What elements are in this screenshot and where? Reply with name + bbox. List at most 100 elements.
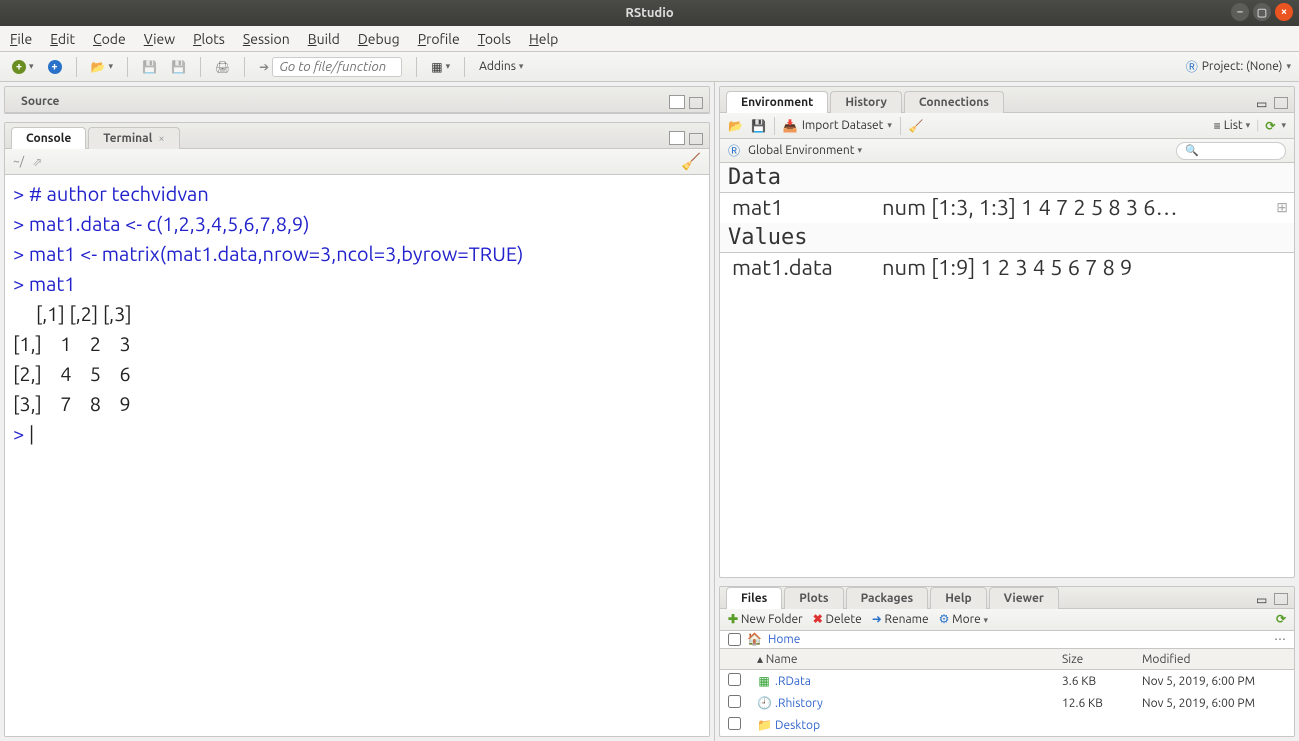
load-workspace-icon[interactable]: 📂 [728, 119, 743, 133]
tab-connections[interactable]: Connections [904, 91, 1004, 113]
environment-scope[interactable]: Global Environment ▾ [748, 144, 862, 157]
menu-file[interactable]: File [10, 31, 32, 47]
rename-button[interactable]: ➜ Rename [872, 612, 929, 626]
save-button[interactable]: 💾 [138, 58, 161, 76]
row-checkbox[interactable] [728, 673, 741, 686]
table-row[interactable]: 🕘.Rhistory 12.6 KB Nov 5, 2019, 6:00 PM [720, 692, 1294, 714]
menu-help[interactable]: Help [529, 31, 558, 47]
env-row-mat1[interactable]: mat1 num [1:3, 1:3] 1 4 7 2 5 8 3 6… ⊞ [720, 193, 1294, 223]
print-button[interactable]: 🖨 [211, 58, 234, 76]
refresh-icon[interactable]: ⟳ [1265, 119, 1275, 133]
open-file-button[interactable]: 📂 ▾ [87, 58, 117, 76]
project-label[interactable]: Project: (None) [1202, 60, 1283, 73]
maximize-icon[interactable] [689, 97, 703, 109]
row-checkbox[interactable] [728, 695, 741, 708]
tab-plots-label: Plots [799, 592, 828, 605]
table-row[interactable]: ▦.RData 3.6 KB Nov 5, 2019, 6:00 PM [720, 670, 1294, 693]
tab-viewer[interactable]: Viewer [989, 587, 1059, 609]
goto-file-input[interactable] [272, 57, 402, 77]
grid-view-icon[interactable]: ⊞ [1276, 199, 1288, 216]
save-all-button[interactable]: 💾 [167, 58, 190, 76]
window-min-icon[interactable]: – [1231, 3, 1249, 21]
import-dataset-button[interactable]: 📥Import Dataset ▾ [783, 119, 892, 133]
console-body[interactable]: > # author techvidvan > mat1.data <- c(1… [5, 175, 709, 736]
new-folder-button[interactable]: ✚ New Folder [728, 612, 803, 626]
tab-environment[interactable]: Environment [726, 91, 828, 113]
menu-view[interactable]: View [144, 31, 175, 47]
window-titlebar: RStudio – ▢ × [0, 0, 1299, 26]
r-env-icon: Ⓡ [728, 142, 740, 159]
breadcrumb-more-icon[interactable]: ⋯ [1274, 632, 1286, 646]
file-name[interactable]: .Rhistory [775, 697, 823, 710]
menu-plots[interactable]: Plots [193, 31, 225, 47]
list-view-button[interactable]: ≡ List ▾ [1214, 119, 1251, 133]
tab-plots[interactable]: Plots [784, 587, 843, 609]
window-close-icon[interactable]: × [1275, 3, 1293, 21]
chevron-down-icon[interactable]: ▾ [1286, 61, 1291, 72]
breadcrumb-home[interactable]: Home [768, 633, 800, 646]
tab-connections-label: Connections [919, 96, 989, 109]
select-all-checkbox[interactable] [728, 633, 741, 646]
col-modified-header[interactable]: Modified [1134, 649, 1294, 670]
tab-history[interactable]: History [830, 91, 902, 113]
rename-icon: ➜ [872, 613, 882, 626]
new-file-button[interactable]: + ▾ [8, 58, 38, 76]
more-button[interactable]: ⚙ More ▾ [939, 612, 988, 626]
window-stack-icon[interactable] [671, 97, 685, 109]
source-tabstrip: Source [5, 87, 709, 113]
menu-session[interactable]: Session [243, 31, 290, 47]
clear-console-icon[interactable]: 🧹 [681, 152, 701, 171]
close-icon[interactable]: × [158, 133, 164, 145]
menu-code[interactable]: Code [93, 31, 126, 47]
rhistory-file-icon: 🕘 [757, 696, 771, 710]
delete-button[interactable]: ✖ Delete [813, 612, 862, 626]
maximize-icon[interactable] [1274, 593, 1288, 605]
maximize-icon[interactable] [1274, 97, 1288, 109]
console-prompt: > [13, 242, 29, 265]
grid-button[interactable]: ▦ ▾ [427, 58, 454, 76]
env-row-mat1data[interactable]: mat1.data num [1:9] 1 2 3 4 5 6 7 8 9 [720, 253, 1294, 283]
addins-label: Addins [479, 60, 516, 73]
file-name[interactable]: Desktop [775, 719, 820, 732]
goto-wrapper: ➔ [255, 55, 406, 79]
menu-profile[interactable]: Profile [418, 31, 460, 47]
window-stack-icon[interactable] [671, 133, 685, 145]
file-name[interactable]: .RData [775, 675, 811, 688]
left-column: Source Console Terminal × ~/ ⇗ [0, 82, 715, 741]
tab-viewer-label: Viewer [1004, 592, 1044, 605]
save-workspace-icon[interactable]: 💾 [751, 119, 766, 133]
import-dataset-label: Import Dataset [802, 119, 884, 132]
clear-env-icon[interactable]: 🧹 [909, 119, 924, 133]
file-modified: Nov 5, 2019, 6:00 PM [1134, 670, 1294, 693]
menu-tools[interactable]: Tools [478, 31, 511, 47]
environment-search-input[interactable] [1176, 142, 1286, 160]
tab-packages[interactable]: Packages [846, 587, 929, 609]
menu-build[interactable]: Build [308, 31, 340, 47]
env-var-value: num [1:9] 1 2 3 4 5 6 7 8 9 [882, 255, 1294, 280]
tab-terminal[interactable]: Terminal × [88, 127, 179, 149]
row-checkbox[interactable] [728, 717, 741, 730]
menu-debug[interactable]: Debug [358, 31, 400, 47]
chevron-down-icon[interactable]: ▾ [1281, 120, 1286, 131]
window-max-icon[interactable]: ▢ [1253, 3, 1271, 21]
environment-pane: Environment History Connections ▭ 📂 💾 📥I… [719, 86, 1295, 578]
files-toolbar: ✚ New Folder ✖ Delete ➜ Rename ⚙ More ▾ … [720, 609, 1294, 631]
tab-files[interactable]: Files [726, 587, 782, 609]
tab-help[interactable]: Help [930, 587, 986, 609]
files-pane: Files Plots Packages Help Viewer ▭ ✚ New… [719, 586, 1295, 737]
console-path: ~/ [13, 155, 24, 168]
console-path-arrow-icon[interactable]: ⇗ [32, 155, 42, 169]
home-icon[interactable]: 🏠 [747, 632, 762, 646]
tab-console[interactable]: Console [11, 127, 86, 149]
col-size-header[interactable]: Size [1054, 649, 1134, 670]
addins-button[interactable]: Addins ▾ [475, 58, 527, 75]
minimize-icon[interactable]: ▭ [1256, 97, 1270, 109]
minimize-icon[interactable] [689, 133, 703, 145]
col-name-header[interactable]: ▴ Name [749, 649, 1054, 670]
table-row[interactable]: 📁Desktop [720, 714, 1294, 736]
minimize-icon[interactable]: ▭ [1256, 593, 1270, 605]
refresh-icon[interactable]: ⟳ [1276, 613, 1286, 626]
chevron-down-icon: ▾ [446, 61, 451, 72]
menu-edit[interactable]: Edit [50, 31, 75, 47]
new-project-button[interactable]: + [44, 58, 66, 76]
